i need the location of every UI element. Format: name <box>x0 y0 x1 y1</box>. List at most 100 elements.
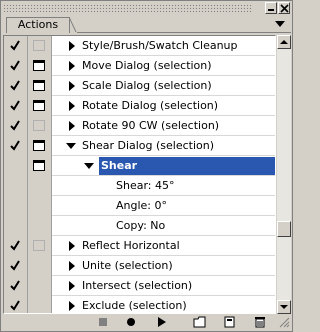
arrow-up-icon <box>280 40 288 44</box>
scroll-thumb[interactable] <box>277 221 291 237</box>
action-row[interactable]: Rotate 90 CW (selection) <box>4 116 275 136</box>
toggle-dialog-cell <box>28 196 52 216</box>
toggle-dialog-cell[interactable] <box>28 136 52 156</box>
toggle-item-cell[interactable] <box>4 236 28 256</box>
toggle-item-cell[interactable] <box>4 56 28 76</box>
resize-grip-icon[interactable] <box>279 317 290 328</box>
toggle-dialog-cell[interactable] <box>28 256 52 276</box>
toggle-item-cell[interactable] <box>4 296 28 313</box>
delete-button[interactable] <box>250 315 272 330</box>
vertical-scrollbar[interactable] <box>277 35 291 314</box>
scroll-up-button[interactable] <box>277 35 291 49</box>
record-icon <box>127 318 135 326</box>
toggle-dialog-cell[interactable] <box>28 116 52 136</box>
toggle-item-cell[interactable] <box>4 116 28 136</box>
dialog-icon[interactable] <box>33 100 45 111</box>
scroll-down-button[interactable] <box>277 300 291 314</box>
toggle-item-cell <box>4 216 28 236</box>
toggle-dialog-cell[interactable] <box>28 36 52 56</box>
collapse-triangle-icon[interactable] <box>66 142 76 150</box>
action-row[interactable]: Shear Dialog (selection) <box>4 136 275 156</box>
parameter-text: Angle: 0° <box>116 199 168 212</box>
expand-triangle-icon[interactable] <box>68 281 76 291</box>
checkmark-icon[interactable] <box>10 240 20 251</box>
tab-actions[interactable]: Actions <box>6 17 70 33</box>
expand-triangle-icon[interactable] <box>68 121 76 131</box>
action-label: Move Dialog (selection) <box>82 59 212 72</box>
toggle-item-cell[interactable] <box>4 276 28 296</box>
checkmark-icon[interactable] <box>10 60 20 71</box>
stop-button[interactable] <box>93 315 115 330</box>
toggle-dialog-cell <box>28 216 52 236</box>
dialog-off-icon[interactable] <box>33 40 45 51</box>
arrow-down-icon <box>280 305 288 309</box>
toggle-dialog-cell[interactable] <box>28 296 52 313</box>
toggle-item-cell[interactable] <box>4 136 28 156</box>
toggle-dialog-cell[interactable] <box>28 96 52 116</box>
actions-panel: Actions Style/Brush/Swatch Cleanup Move … <box>0 0 293 332</box>
stop-icon <box>99 318 107 326</box>
dialog-off-icon[interactable] <box>33 120 45 131</box>
checkmark-icon[interactable] <box>10 140 20 151</box>
record-button[interactable] <box>121 315 143 330</box>
checkmark-icon[interactable] <box>10 40 20 51</box>
dialog-icon[interactable] <box>33 80 45 91</box>
play-icon <box>158 317 166 327</box>
close-button[interactable] <box>278 2 290 14</box>
toggle-dialog-cell[interactable] <box>28 56 52 76</box>
step-row-selected[interactable]: Shear <box>4 156 275 176</box>
expand-triangle-icon[interactable] <box>68 301 76 311</box>
action-label: Unite (selection) <box>82 259 173 272</box>
parameter-row: Copy: No <box>4 216 275 236</box>
parameter-text: Shear: 45° <box>116 179 175 192</box>
action-row[interactable]: Intersect (selection) <box>4 276 275 296</box>
step-label: Shear <box>101 159 138 172</box>
action-row[interactable]: Reflect Horizontal <box>4 236 275 256</box>
palette-title-bar[interactable] <box>1 1 292 15</box>
action-row[interactable]: Scale Dialog (selection) <box>4 76 275 96</box>
checkmark-icon[interactable] <box>10 100 20 111</box>
action-row[interactable]: Rotate Dialog (selection) <box>4 96 275 116</box>
toggle-item-cell[interactable] <box>4 96 28 116</box>
toggle-dialog-cell[interactable] <box>28 236 52 256</box>
toggle-dialog-cell[interactable] <box>28 276 52 296</box>
toggle-item-cell <box>4 196 28 216</box>
dialog-icon[interactable] <box>33 60 45 71</box>
checkmark-icon[interactable] <box>10 300 20 311</box>
dialog-icon[interactable] <box>33 160 45 171</box>
action-row[interactable]: Exclude (selection) <box>4 296 275 313</box>
actions-list: Style/Brush/Swatch Cleanup Move Dialog (… <box>3 35 276 314</box>
expand-triangle-icon[interactable] <box>68 81 76 91</box>
toggle-item-cell[interactable] <box>4 256 28 276</box>
expand-triangle-icon[interactable] <box>68 101 76 111</box>
checkmark-icon[interactable] <box>10 280 20 291</box>
action-row[interactable]: Style/Brush/Swatch Cleanup <box>4 36 275 56</box>
toggle-item-cell[interactable] <box>4 36 28 56</box>
new-action-button[interactable] <box>220 315 242 330</box>
toggle-item-cell[interactable] <box>4 156 28 176</box>
expand-triangle-icon[interactable] <box>68 41 76 51</box>
toggle-item-cell[interactable] <box>4 76 28 96</box>
expand-triangle-icon[interactable] <box>68 61 76 71</box>
expand-triangle-icon[interactable] <box>68 261 76 271</box>
checkmark-icon[interactable] <box>10 120 20 131</box>
parameter-row: Shear: 45° <box>4 176 275 196</box>
checkmark-icon[interactable] <box>10 80 20 91</box>
dialog-icon[interactable] <box>33 140 45 151</box>
checkmark-icon[interactable] <box>10 260 20 271</box>
trash-icon <box>255 317 265 328</box>
collapse-triangle-icon[interactable] <box>84 162 94 170</box>
toggle-dialog-cell[interactable] <box>28 156 52 176</box>
panel-menu-icon[interactable] <box>273 19 287 29</box>
action-label: Rotate 90 CW (selection) <box>82 119 220 132</box>
action-row[interactable]: Unite (selection) <box>4 256 275 276</box>
play-button[interactable] <box>151 315 173 330</box>
expand-triangle-icon[interactable] <box>68 241 76 251</box>
new-set-button[interactable] <box>189 315 211 330</box>
action-row[interactable]: Move Dialog (selection) <box>4 56 275 76</box>
minimize-button[interactable] <box>265 2 277 14</box>
dialog-off-icon[interactable] <box>33 240 45 251</box>
drag-grip[interactable] <box>3 4 253 12</box>
toggle-dialog-cell[interactable] <box>28 76 52 96</box>
toggle-dialog-cell <box>28 176 52 196</box>
